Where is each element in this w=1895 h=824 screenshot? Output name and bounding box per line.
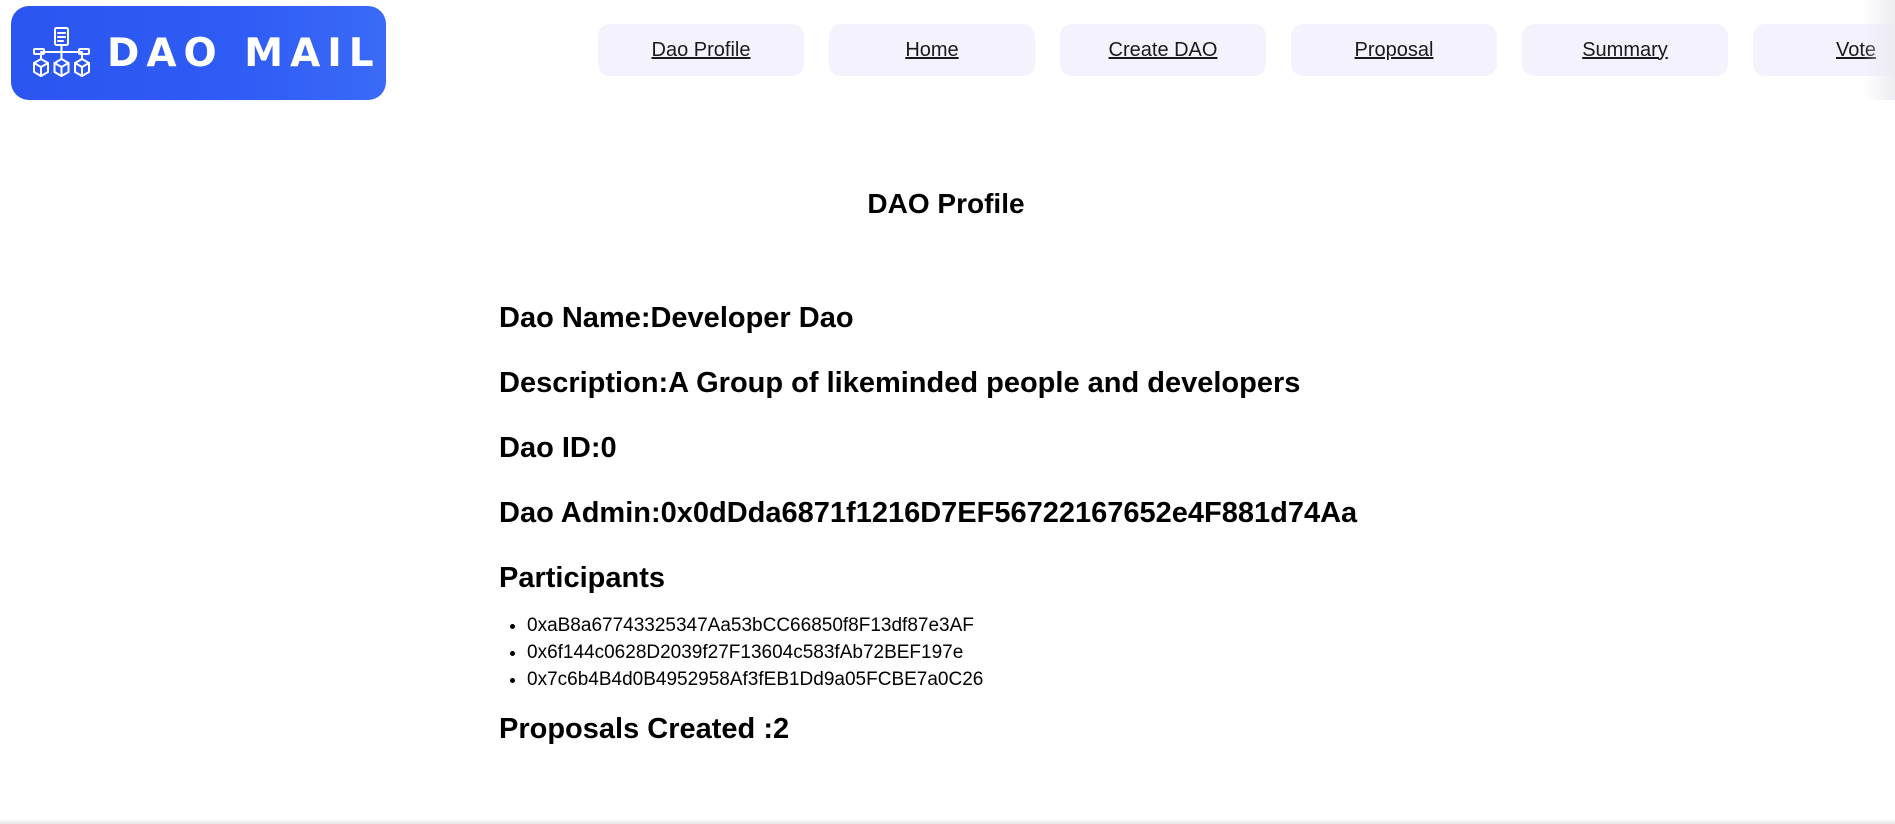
- proposals-created: Proposals Created :2: [499, 713, 790, 745]
- participant-item: 0xaB8a67743325347Aa53bCC66850f8F13df87e3…: [527, 612, 1357, 639]
- nav-summary[interactable]: Summary: [1522, 24, 1728, 76]
- bottom-edge: [0, 819, 1895, 824]
- participants-heading: Participants: [499, 562, 665, 594]
- page-title: DAO Profile: [867, 188, 1025, 219]
- logo-text: DAO MAIL: [107, 30, 381, 76]
- dao-admin: Dao Admin:0x0dDda6871f1216D7EF5672216765…: [499, 497, 1358, 529]
- nav-proposal[interactable]: Proposal: [1291, 24, 1497, 76]
- blockchain-network-icon: [31, 26, 93, 80]
- nav-dao-profile[interactable]: Dao Profile: [598, 24, 804, 76]
- main-nav: Dao Profile Home Create DAO Proposal Sum…: [598, 24, 1895, 76]
- nav-overflow-fade: [1863, 0, 1895, 100]
- page: DAO MAIL Dao Profile Home Create DAO Pro…: [0, 0, 1895, 824]
- dao-name: Dao Name:Developer Dao: [499, 302, 854, 334]
- nav-create-dao[interactable]: Create DAO: [1060, 24, 1266, 76]
- dao-id: Dao ID:0: [499, 432, 617, 464]
- nav-home[interactable]: Home: [829, 24, 1035, 76]
- participant-item: 0x7c6b4B4d0B4952958Af3fEB1Dd9a05FCBE7a0C…: [527, 666, 1357, 693]
- logo[interactable]: DAO MAIL: [11, 6, 386, 100]
- dao-profile-details: Dao Name:Developer Dao Description:A Gro…: [499, 298, 1357, 749]
- participant-item: 0x6f144c0628D2039f27F13604c583fAb72BEF19…: [527, 639, 1357, 666]
- participants-list: 0xaB8a67743325347Aa53bCC66850f8F13df87e3…: [499, 612, 1357, 693]
- dao-description: Description:A Group of likeminded people…: [499, 367, 1301, 399]
